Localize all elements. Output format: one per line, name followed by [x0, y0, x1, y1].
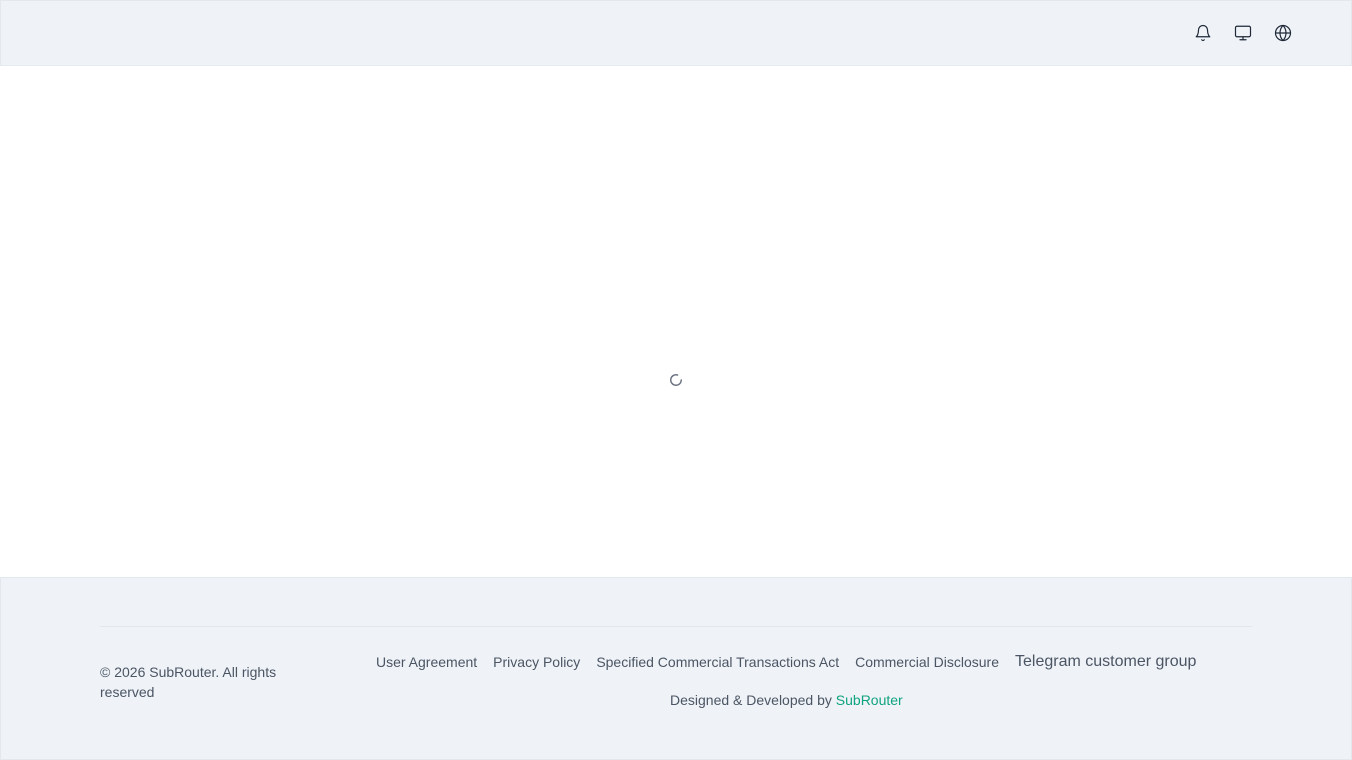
language-button[interactable] — [1267, 14, 1299, 52]
privacy-policy-link[interactable]: Privacy Policy — [493, 654, 580, 670]
telegram-group-link[interactable]: Telegram customer group — [1015, 653, 1196, 671]
notifications-button[interactable] — [1187, 14, 1219, 52]
footer-divider — [100, 626, 1252, 627]
main-content — [0, 66, 1352, 577]
footer: © 2026 SubRouter. All rights reserved Us… — [0, 577, 1352, 760]
copyright-text: © 2026 SubRouter. All rights reserved — [100, 664, 277, 700]
page: © 2026 SubRouter. All rights reserved Us… — [0, 0, 1352, 760]
credit-line: Designed & Developed by SubRouter — [670, 692, 903, 708]
footer-links: User Agreement Privacy Policy Specified … — [376, 653, 1196, 671]
credit-prefix: Designed & Developed by — [670, 692, 832, 708]
loading-spinner-icon — [669, 373, 683, 387]
globe-icon — [1274, 24, 1292, 42]
monitor-icon — [1234, 25, 1252, 41]
user-agreement-link[interactable]: User Agreement — [376, 654, 477, 670]
top-bar — [0, 0, 1352, 66]
commercial-disclosure-link[interactable]: Commercial Disclosure — [855, 654, 999, 670]
theme-toggle-button[interactable] — [1227, 14, 1259, 52]
header-actions — [1187, 14, 1299, 52]
bell-icon — [1195, 24, 1211, 42]
commercial-transactions-act-link[interactable]: Specified Commercial Transactions Act — [596, 654, 839, 670]
brand-link[interactable]: SubRouter — [836, 692, 903, 708]
